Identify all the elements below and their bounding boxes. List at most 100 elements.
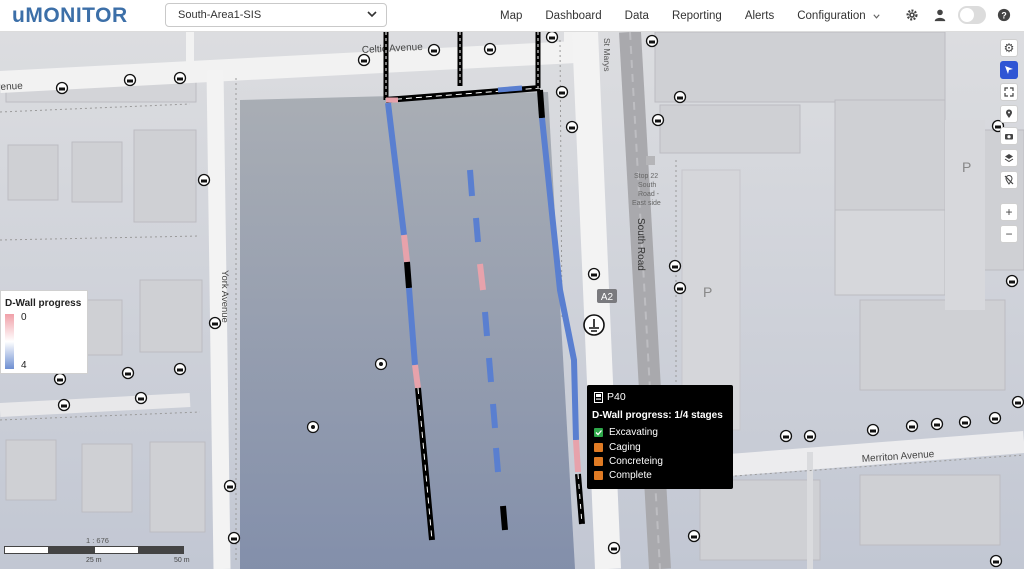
svg-text:South: South [638, 182, 656, 189]
layers-icon [1004, 154, 1014, 163]
street-label: South Road [635, 218, 646, 271]
nav-alerts[interactable]: Alerts [745, 10, 774, 22]
chevron-down-icon [872, 13, 880, 19]
monitor-point-icon[interactable] [958, 415, 972, 429]
minus-icon: − [1005, 227, 1013, 241]
monitor-point-icon[interactable] [607, 541, 621, 555]
gear-icon[interactable] [905, 8, 919, 22]
stage-label: Caging [609, 442, 641, 453]
monitor-point-icon[interactable] [121, 366, 135, 380]
monitor-point-icon[interactable] [565, 120, 579, 134]
user-icon[interactable] [933, 8, 947, 22]
monitor-point-icon[interactable] [197, 173, 211, 187]
monitor-point-icon[interactable] [555, 85, 569, 99]
help-icon[interactable]: ? [997, 8, 1011, 22]
monitor-point-icon[interactable] [134, 391, 148, 405]
monitor-point-icon[interactable] [227, 531, 241, 545]
svg-text:Stop 22: Stop 22 [634, 173, 658, 180]
zoom-out-button[interactable]: − [1000, 225, 1018, 243]
monitor-point-icon[interactable] [483, 42, 497, 56]
street-label: St Marys [602, 38, 612, 72]
target-point-icon[interactable] [306, 420, 320, 434]
camera-icon [1005, 134, 1013, 140]
monitor-point-icon[interactable] [673, 281, 687, 295]
pending-icon [594, 443, 603, 452]
monitor-point-icon[interactable] [645, 34, 659, 48]
monitor-point-icon[interactable] [587, 267, 601, 281]
svg-text:?: ? [1001, 11, 1006, 21]
progress-legend: D-Wall progress 0 4 [0, 290, 88, 374]
monitor-point-icon[interactable] [803, 429, 817, 443]
monitor-point-icon[interactable] [779, 429, 793, 443]
monitor-point-icon[interactable] [687, 529, 701, 543]
location-button[interactable] [1000, 105, 1018, 123]
app-logo[interactable]: uMONITOR [12, 4, 128, 28]
monitor-point-icon[interactable] [1005, 274, 1019, 288]
monitor-point-icon[interactable] [988, 411, 1002, 425]
plus-icon: + [1005, 205, 1013, 219]
hide-locations-button[interactable] [1000, 171, 1018, 189]
scale-segment [94, 546, 139, 554]
popup-header: P40 [594, 391, 626, 403]
scale-label: 25 m [86, 557, 102, 564]
monitor-point-icon[interactable] [1011, 395, 1024, 409]
map-settings-button[interactable]: ⚙ [1000, 39, 1018, 57]
legend-title: D-Wall progress [5, 298, 82, 309]
theme-toggle[interactable] [958, 6, 986, 24]
popup-title: D-Wall progress: 1/4 stages [592, 410, 723, 421]
monitor-point-icon[interactable] [173, 71, 187, 85]
nav-map[interactable]: Map [500, 10, 522, 22]
stage-label: Excavating [609, 427, 658, 438]
monitor-point-icon[interactable] [673, 90, 687, 104]
monitor-point-icon[interactable] [651, 113, 665, 127]
check-icon [594, 428, 603, 437]
nav-configuration[interactable]: Configuration [797, 10, 880, 22]
monitor-point-icon[interactable] [123, 73, 137, 87]
legend-color-ramp [5, 314, 14, 369]
pending-icon [594, 471, 603, 480]
monitor-point-icon[interactable] [53, 372, 67, 386]
monitor-point-icon[interactable] [357, 53, 371, 67]
parking-lot [945, 120, 985, 310]
fit-extent-button[interactable] [1000, 83, 1018, 101]
monitor-point-icon[interactable] [427, 43, 441, 57]
nav-configuration-label: Configuration [797, 10, 866, 22]
area-selector[interactable]: South-Area1-SIS [165, 3, 387, 27]
cursor-icon [1005, 66, 1013, 74]
top-bar: uMONITOR South-Area1-SIS Map Dashboard D… [0, 0, 1024, 32]
monitor-point-icon[interactable] [989, 554, 1003, 568]
snapshot-button[interactable] [1000, 127, 1018, 145]
app-root: uMONITOR South-Area1-SIS Map Dashboard D… [0, 0, 1024, 569]
monitor-point-icon[interactable] [905, 419, 919, 433]
monitor-point-icon[interactable] [668, 259, 682, 273]
nav-reporting[interactable]: Reporting [672, 10, 722, 22]
scale-segment [139, 546, 184, 554]
monitor-point-icon[interactable] [866, 423, 880, 437]
monitor-point-icon[interactable] [55, 81, 69, 95]
map-pin-icon [1006, 109, 1012, 118]
layers-button[interactable] [1000, 149, 1018, 167]
select-tool-button[interactable] [1000, 61, 1018, 79]
expand-icon [1004, 87, 1014, 97]
map-canvas[interactable]: Celtic Avenue Celtic Avenue York Avenue … [0, 32, 1024, 569]
monitor-point-icon[interactable] [545, 32, 559, 44]
stage-concreteing: Concreteing [594, 456, 663, 467]
road-badge-label: A2 [601, 292, 614, 303]
selected-marker-icon[interactable] [583, 314, 605, 336]
monitor-point-icon[interactable] [57, 398, 71, 412]
pending-icon [594, 457, 603, 466]
nav-data[interactable]: Data [625, 10, 649, 22]
panel-icon [594, 391, 603, 403]
nav-dashboard[interactable]: Dashboard [545, 10, 601, 22]
monitor-point-icon[interactable] [208, 316, 222, 330]
monitor-point-icon[interactable] [173, 362, 187, 376]
scale-bar: 1 : 676 25 m 50 m [4, 536, 190, 566]
monitor-point-icon[interactable] [930, 417, 944, 431]
svg-text:Road -: Road - [638, 191, 660, 198]
target-point-icon[interactable] [374, 357, 388, 371]
map-svg: Celtic Avenue Celtic Avenue York Avenue … [0, 32, 1024, 569]
stage-label: Concreteing [609, 456, 663, 467]
stage-complete: Complete [594, 470, 652, 481]
monitor-point-icon[interactable] [223, 479, 237, 493]
zoom-in-button[interactable]: + [1000, 203, 1018, 221]
